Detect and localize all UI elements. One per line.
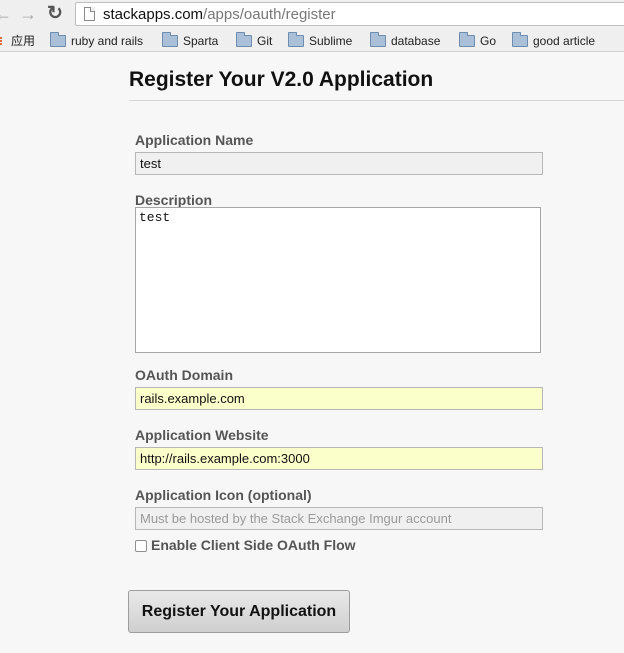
bookmark-label: database [391, 34, 441, 48]
description-textarea[interactable]: test [135, 207, 541, 353]
oauth-domain-label: OAuth Domain [135, 367, 233, 383]
back-arrow-icon[interactable]: ← [0, 3, 14, 25]
browser-toolbar: ← → ↻ stackapps.com/apps/oauth/register [0, 0, 624, 30]
app-icon-label: Application Icon (optional) [135, 487, 312, 503]
bookmark-label: good article [533, 34, 596, 48]
url-host: stackapps.com [103, 6, 204, 23]
bookmark-sparta[interactable]: Sparta [162, 32, 219, 49]
oauth-domain-input[interactable] [135, 387, 543, 410]
bookmark-label: Sublime [309, 34, 353, 48]
title-divider [129, 100, 624, 101]
app-name-input[interactable] [135, 152, 543, 175]
forward-arrow-icon[interactable]: → [17, 3, 39, 25]
description-label: Description [135, 192, 213, 208]
folder-icon [370, 32, 386, 47]
bookmark-label: 应用 [11, 34, 36, 48]
url-path: /apps/oauth/register [203, 6, 336, 23]
app-icon-input[interactable] [135, 507, 543, 530]
page-icon [84, 7, 95, 21]
reload-icon[interactable]: ↻ [44, 3, 66, 25]
bookmarks-bar: 应用 ruby and rails Sparta Git Sublime dat… [0, 30, 624, 52]
bookmark-label: ruby and rails [71, 34, 144, 48]
url-text: stackapps.com/apps/oauth/register [103, 6, 336, 23]
page-title: Register Your V2.0 Application [129, 68, 434, 91]
folder-icon [50, 32, 66, 47]
app-website-label: Application Website [135, 427, 269, 443]
bookmark-database[interactable]: database [370, 32, 441, 49]
address-bar[interactable]: stackapps.com/apps/oauth/register [75, 2, 624, 26]
bookmark-label: Sparta [183, 34, 219, 48]
bookmark-apps[interactable]: 应用 [0, 33, 35, 49]
bookmark-sublime[interactable]: Sublime [288, 32, 353, 49]
app-name-label: Application Name [135, 132, 254, 148]
apps-grid-icon [0, 37, 5, 48]
register-application-button[interactable]: Register Your Application [128, 590, 350, 633]
bookmark-go[interactable]: Go [459, 32, 497, 49]
bookmark-label: Git [257, 34, 273, 48]
folder-icon [288, 32, 304, 47]
folder-icon [459, 32, 475, 47]
bookmark-git[interactable]: Git [236, 32, 273, 49]
app-website-input[interactable] [135, 447, 543, 470]
folder-icon [512, 32, 528, 47]
folder-icon [236, 32, 252, 47]
bookmark-label: Go [480, 34, 497, 48]
bookmark-ruby-and-rails[interactable]: ruby and rails [50, 32, 144, 49]
bookmark-good-article[interactable]: good article [512, 32, 596, 49]
folder-icon [162, 32, 178, 47]
client-side-oauth-checkbox[interactable] [135, 540, 147, 552]
client-side-oauth-label[interactable]: Enable Client Side OAuth Flow [151, 537, 356, 553]
